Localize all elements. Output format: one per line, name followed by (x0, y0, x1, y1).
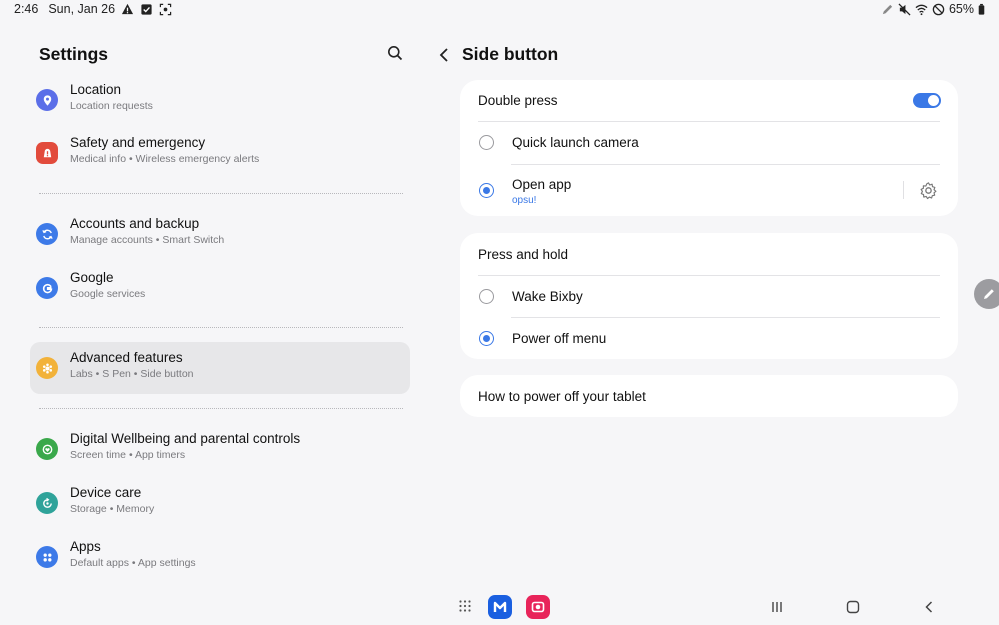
app-shortcut-camera[interactable] (526, 595, 550, 619)
do-not-disturb-icon (932, 3, 945, 16)
menu-item-title: Digital Wellbeing and parental controls (70, 431, 301, 446)
vertical-divider (903, 181, 904, 199)
status-date: Sun, Jan 26 (48, 2, 116, 16)
menu-item-subtitle: Default apps • App settings (70, 557, 196, 569)
app-grid-icon (459, 600, 471, 612)
recents-icon (772, 602, 782, 612)
checkbox-notification-icon (140, 3, 153, 16)
selected-app-name: opsu! (512, 195, 537, 206)
menu-item-subtitle: Storage • Memory (70, 503, 155, 515)
menu-item-title: Location (70, 82, 122, 97)
help-link-label: How to power off your tablet (478, 389, 646, 404)
press-and-hold-label: Press and hold (478, 247, 569, 262)
screenshot-icon (159, 3, 172, 16)
app-shortcut-m[interactable] (488, 595, 512, 619)
menu-item-subtitle: Screen time • App timers (70, 449, 186, 461)
back-button[interactable] (434, 44, 454, 66)
wifi-icon (915, 3, 928, 16)
device-care-icon (36, 492, 58, 514)
chevron-left-icon (439, 48, 448, 62)
menu-item-digital-wellbeing[interactable]: Digital Wellbeing and parental controls … (30, 423, 410, 475)
how-to-power-off-link[interactable]: How to power off your tablet (460, 375, 958, 417)
navigation-bar (0, 590, 999, 625)
menu-item-google[interactable]: Google Google services (30, 262, 410, 314)
camera-app-icon (531, 601, 545, 613)
menu-item-title: Google (70, 270, 114, 285)
pen-icon (881, 3, 894, 16)
battery-icon (978, 3, 985, 16)
location-icon (36, 89, 58, 111)
menu-item-subtitle: Manage accounts • Smart Switch (70, 234, 225, 246)
search-button[interactable] (384, 42, 406, 64)
menu-item-subtitle: Medical info • Wireless emergency alerts (70, 153, 260, 165)
double-press-label: Double press (478, 93, 558, 108)
menu-item-title: Device care (70, 485, 142, 500)
menu-item-accounts-backup[interactable]: Accounts and backup Manage accounts • Sm… (30, 208, 410, 260)
status-time: 2:46 (14, 2, 39, 16)
search-icon (388, 46, 403, 61)
pencil-icon (984, 289, 994, 299)
menu-item-title: Accounts and backup (70, 216, 200, 231)
radio-wake-bixby[interactable] (479, 289, 494, 304)
home-icon (846, 600, 860, 614)
apps-icon (36, 546, 58, 568)
nav-back-button[interactable] (918, 596, 940, 618)
menu-item-location[interactable]: Location Location requests (30, 74, 410, 126)
m-app-icon (493, 601, 507, 612)
double-press-card: Double press Quick launch camera Open ap… (460, 80, 958, 216)
option-wake-bixby[interactable]: Wake Bixby (460, 276, 958, 317)
sync-icon (36, 223, 58, 245)
option-power-off-menu[interactable]: Power off menu (460, 318, 958, 359)
menu-item-safety-emergency[interactable]: Safety and emergency Medical info • Wire… (30, 127, 410, 179)
option-label: Open app (512, 177, 572, 192)
settings-title: Settings (39, 44, 109, 64)
warning-icon (121, 3, 134, 16)
option-label: Power off menu (512, 331, 607, 346)
menu-item-title: Apps (70, 539, 101, 554)
wellbeing-icon (36, 438, 58, 460)
edge-panel-handle[interactable] (974, 279, 999, 309)
section-divider (39, 408, 403, 409)
menu-item-apps[interactable]: Apps Default apps • App settings (30, 531, 410, 583)
google-icon (36, 277, 58, 299)
press-and-hold-card: Press and hold Wake Bixby Power off menu (460, 233, 958, 359)
option-quick-launch-camera[interactable]: Quick launch camera (460, 122, 958, 164)
gear-icon (920, 181, 936, 199)
menu-item-device-care[interactable]: Device care Storage • Memory (30, 477, 410, 529)
mute-icon (898, 2, 911, 16)
radio-quick-launch-camera[interactable] (479, 135, 494, 150)
recent-apps-button[interactable] (766, 596, 788, 618)
section-divider (39, 327, 403, 328)
open-app-settings-button[interactable] (918, 180, 938, 200)
menu-item-subtitle: Labs • S Pen • Side button (70, 368, 194, 380)
menu-item-title: Safety and emergency (70, 135, 206, 150)
home-button[interactable] (842, 596, 864, 618)
app-drawer-button[interactable] (455, 596, 475, 616)
status-bar: 2:46 Sun, Jan 26 65% (0, 0, 999, 18)
back-arrow-icon (925, 601, 933, 613)
option-open-app[interactable]: Open app opsu! (460, 165, 958, 215)
radio-power-off-menu[interactable] (479, 331, 494, 346)
double-press-toggle[interactable] (913, 93, 941, 108)
section-divider (39, 193, 403, 194)
menu-item-advanced-features[interactable]: Advanced features Labs • S Pen • Side bu… (30, 342, 410, 394)
double-press-row[interactable]: Double press (460, 80, 958, 121)
radio-open-app[interactable] (479, 183, 494, 198)
menu-item-subtitle: Location requests (70, 100, 153, 112)
option-label: Quick launch camera (512, 135, 639, 150)
advanced-features-icon (36, 357, 58, 379)
page-title: Side button (462, 44, 559, 64)
menu-item-title: Advanced features (70, 350, 183, 365)
press-and-hold-header: Press and hold (460, 233, 958, 275)
option-label: Wake Bixby (512, 289, 583, 304)
battery-percent: 65% (948, 2, 974, 16)
menu-item-subtitle: Google services (70, 288, 146, 300)
emergency-icon (36, 142, 58, 164)
